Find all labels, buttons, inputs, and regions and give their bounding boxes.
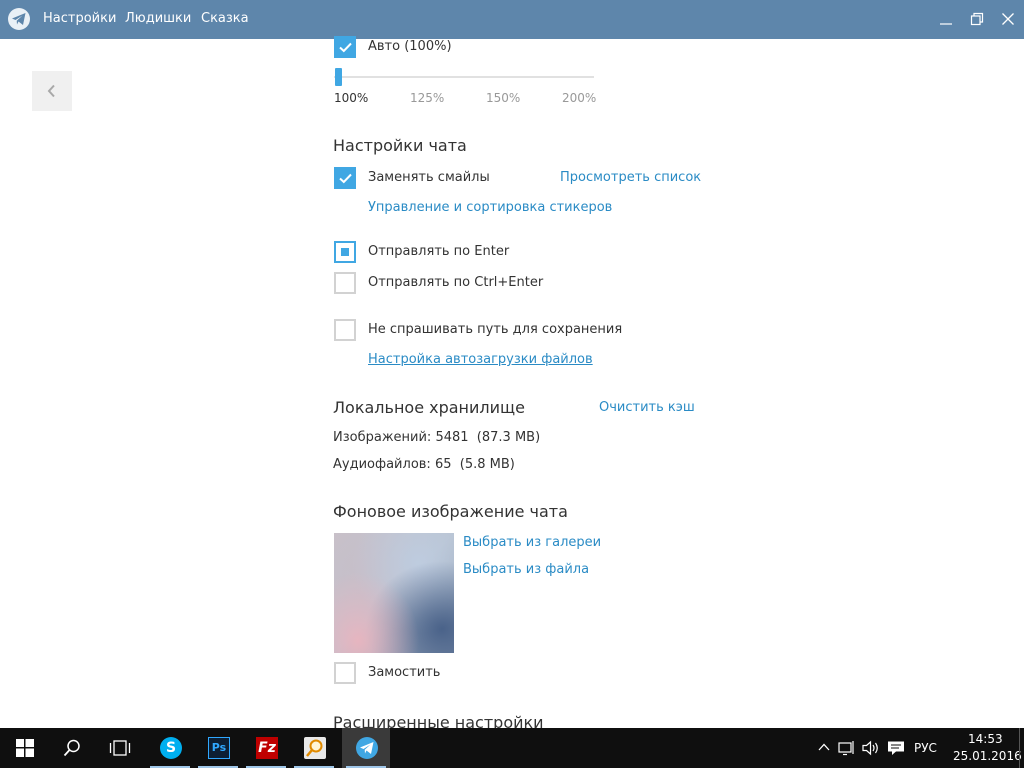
tile-background-label: Замостить — [368, 665, 441, 680]
menu-contacts[interactable]: Людишки — [125, 11, 191, 26]
chevron-up-icon[interactable] — [817, 740, 831, 754]
clock-date[interactable]: 25.01.2016 — [953, 749, 1022, 763]
network-icon[interactable] — [838, 740, 856, 756]
scale-tick[interactable]: 200% — [562, 91, 596, 105]
dont-ask-path-checkbox[interactable] — [334, 319, 356, 341]
taskbar-photoshop[interactable]: Ps — [194, 728, 242, 768]
scale-tick[interactable]: 100% — [334, 91, 368, 105]
send-enter-radio[interactable] — [334, 241, 356, 263]
maximize-button[interactable] — [964, 6, 990, 32]
volume-icon[interactable] — [862, 740, 880, 756]
manage-stickers-link[interactable]: Управление и сортировка стикеров — [368, 200, 612, 215]
auto-scale-checkbox[interactable] — [334, 36, 356, 58]
taskbar: S Ps Fz РУС 14:53 25.01.2016 — [0, 728, 1024, 768]
search-button[interactable] — [48, 728, 96, 768]
clear-cache-link[interactable]: Очистить кэш — [599, 400, 695, 415]
search-icon — [63, 739, 80, 757]
background-preview[interactable] — [334, 533, 454, 653]
replace-emoji-checkbox[interactable] — [334, 167, 356, 189]
scale-slider[interactable] — [334, 76, 594, 78]
telegram-icon — [356, 737, 378, 759]
local-storage-title: Локальное хранилище — [333, 398, 525, 417]
title-bar: Настройки Людишки Сказка — [0, 0, 1024, 39]
view-emoji-list-link[interactable]: Просмотреть список — [560, 170, 701, 185]
taskbar-filezilla[interactable]: Fz — [242, 728, 290, 768]
taskbar-telegram[interactable] — [342, 728, 390, 768]
checkmark-icon — [339, 173, 352, 184]
scale-slider-handle[interactable] — [335, 68, 342, 86]
send-ctrl-enter-radio[interactable] — [334, 272, 356, 294]
notifications-icon[interactable] — [887, 740, 905, 756]
close-button[interactable] — [995, 6, 1021, 32]
scale-tick[interactable]: 150% — [486, 91, 520, 105]
dont-ask-path-label: Не спрашивать путь для сохранения — [368, 322, 623, 337]
menu-fairytale[interactable]: Сказка — [201, 11, 249, 26]
autodownload-settings-link[interactable]: Настройка автозагрузки файлов — [368, 352, 593, 367]
auto-scale-label: Авто (100%) — [368, 39, 452, 54]
chat-background-title: Фоновое изображение чата — [333, 502, 568, 521]
minimize-icon — [940, 23, 952, 25]
replace-emoji-label: Заменять смайлы — [368, 170, 490, 185]
chat-settings-title: Настройки чата — [333, 136, 467, 155]
task-view-icon — [109, 740, 131, 756]
tile-background-checkbox[interactable] — [334, 662, 356, 684]
windows-start-icon — [16, 739, 34, 757]
search-tool-icon — [304, 737, 326, 759]
taskbar-skype[interactable]: S — [146, 728, 194, 768]
show-desktop-button[interactable] — [1019, 728, 1024, 768]
taskbar-search-tool[interactable] — [290, 728, 338, 768]
radio-dot — [341, 248, 349, 256]
choose-from-file-link[interactable]: Выбрать из файла — [463, 562, 589, 577]
close-icon — [1002, 13, 1014, 25]
scale-tick[interactable]: 125% — [410, 91, 444, 105]
skype-icon: S — [160, 737, 182, 759]
send-enter-label: Отправлять по Enter — [368, 244, 510, 259]
photoshop-icon: Ps — [208, 737, 230, 759]
clock-time[interactable]: 14:53 — [968, 732, 1003, 746]
start-button[interactable] — [0, 728, 48, 768]
minimize-button[interactable] — [933, 6, 959, 32]
menu-settings[interactable]: Настройки — [43, 11, 116, 26]
send-ctrl-enter-label: Отправлять по Ctrl+Enter — [368, 275, 544, 290]
checkmark-icon — [339, 42, 352, 53]
choose-from-gallery-link[interactable]: Выбрать из галереи — [463, 535, 601, 550]
language-indicator[interactable]: РУС — [914, 741, 937, 755]
task-view-button[interactable] — [96, 728, 144, 768]
filezilla-icon: Fz — [256, 737, 278, 759]
back-arrow-icon — [47, 84, 55, 98]
back-button[interactable] — [32, 71, 72, 111]
maximize-icon — [970, 12, 984, 26]
audio-count: Аудиофайлов: 65 (5.8 MB) — [333, 457, 515, 472]
images-count: Изображений: 5481 (87.3 MB) — [333, 430, 541, 445]
telegram-logo — [8, 8, 30, 30]
